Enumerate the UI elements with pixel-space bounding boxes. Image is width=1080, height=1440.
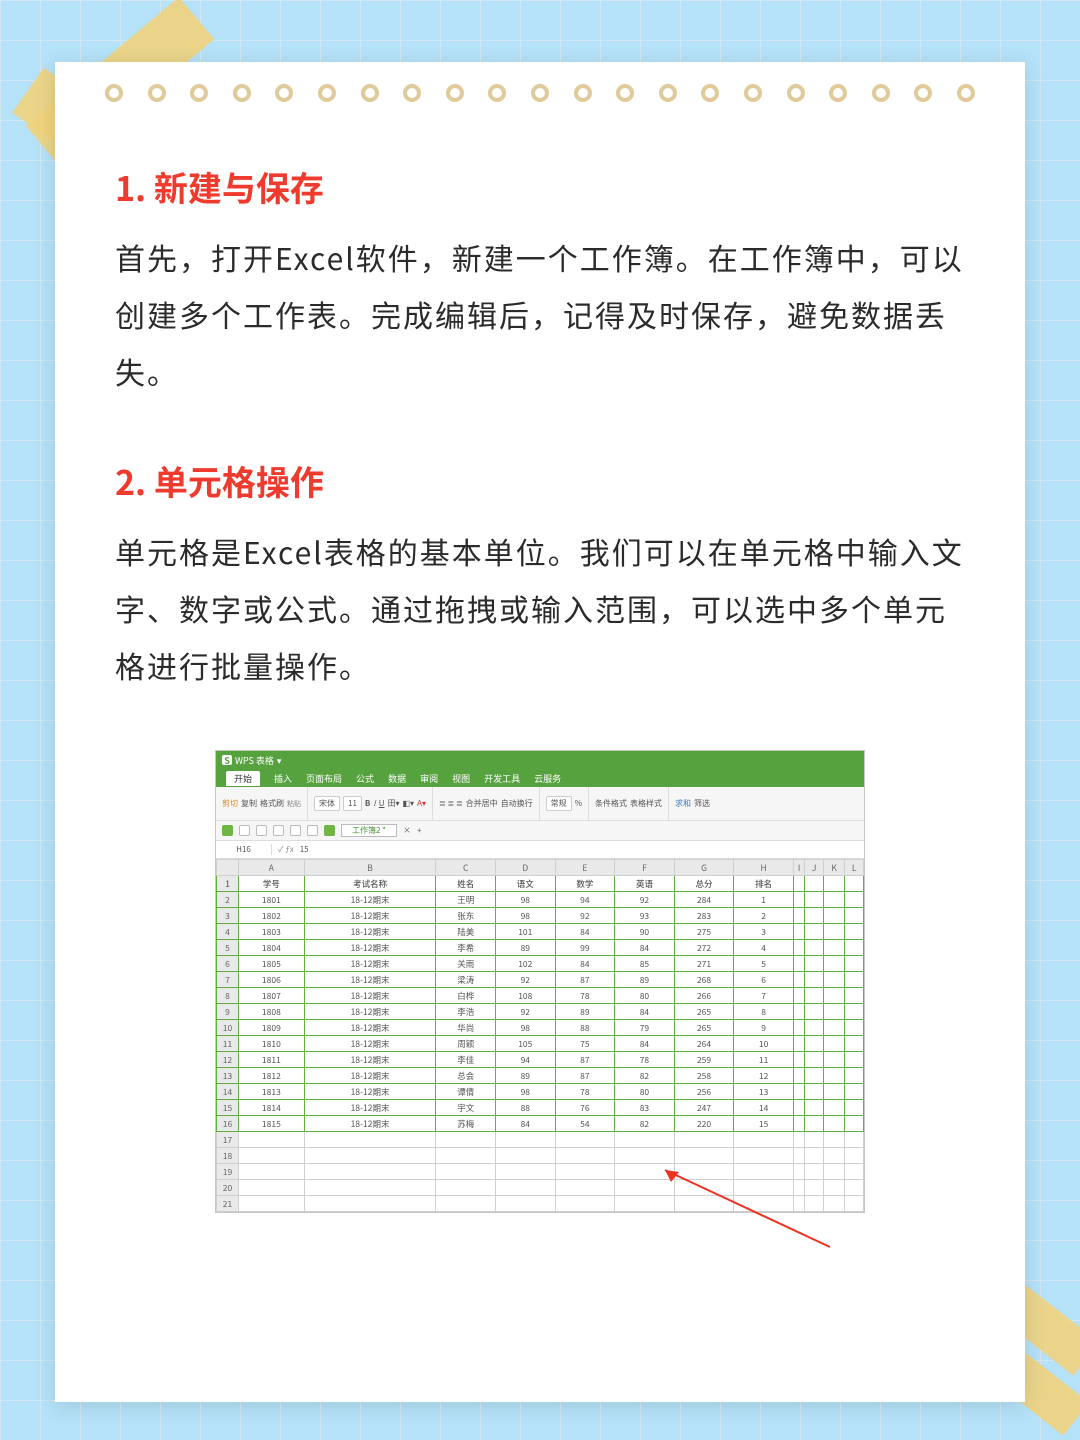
textcolor-button[interactable]: A▾ bbox=[417, 798, 426, 809]
ribbon-tab[interactable]: 页面布局 bbox=[306, 772, 342, 785]
new-icon[interactable] bbox=[222, 825, 233, 836]
ribbon-tab[interactable]: 视图 bbox=[452, 772, 470, 785]
copy-button[interactable]: 复制 bbox=[241, 798, 257, 809]
fillcolor-button[interactable]: ◧▾ bbox=[403, 798, 415, 809]
filter-button[interactable]: 筛选 bbox=[694, 798, 710, 809]
table-style-button[interactable]: 表格样式 bbox=[630, 798, 662, 809]
ribbon-tab[interactable]: 公式 bbox=[356, 772, 374, 785]
border-button[interactable]: 田▾ bbox=[387, 798, 399, 809]
formula-value[interactable]: 15 bbox=[300, 844, 309, 855]
paste-label: 粘贴 bbox=[287, 799, 301, 809]
app-titlebar: S WPS 表格 ▾ bbox=[216, 751, 864, 769]
ribbon-tab[interactable]: 开始 bbox=[226, 771, 260, 786]
wrap-button[interactable]: 自动换行 bbox=[501, 798, 533, 809]
section1-title: 1. 新建与保存 bbox=[115, 162, 965, 211]
ribbon-tabs: 开始 插入 页面布局 公式 数据 审阅 视图 开发工具 云服务 bbox=[216, 769, 864, 787]
save-icon[interactable] bbox=[256, 825, 267, 836]
number-format[interactable]: 常规 bbox=[546, 796, 572, 811]
italic-button[interactable]: I bbox=[373, 798, 375, 809]
sum-button[interactable]: 求和 bbox=[675, 798, 691, 809]
print-icon[interactable] bbox=[273, 825, 284, 836]
binding-holes bbox=[105, 84, 975, 102]
wps-screenshot: S WPS 表格 ▾ 开始 插入 页面布局 公式 数据 审阅 视图 开发工具 云服务 剪切 复制… bbox=[215, 750, 865, 1213]
open-icon[interactable] bbox=[239, 825, 250, 836]
tab-add-icon[interactable]: + bbox=[417, 825, 421, 836]
formatbrush-button[interactable]: 格式刷 bbox=[260, 798, 284, 809]
undo-icon[interactable] bbox=[290, 825, 301, 836]
clipboard-group: 剪切 复制 格式刷 粘贴 bbox=[222, 787, 308, 820]
ribbon-tab[interactable]: 云服务 bbox=[534, 772, 561, 785]
font-group: 宋体 11 B I U 田▾ ◧▾ A▾ bbox=[314, 787, 433, 820]
redo-icon[interactable] bbox=[307, 825, 318, 836]
paper-card: 1. 新建与保存 首先，打开Excel软件，新建一个工作簿。在工作簿中，可以创建… bbox=[55, 62, 1025, 1402]
app-name: WPS 表格 bbox=[235, 754, 274, 767]
home-icon[interactable] bbox=[324, 825, 335, 836]
number-group: 常规 % bbox=[546, 787, 589, 820]
app-logo-icon: S bbox=[222, 755, 232, 765]
section2-body: 单元格是Excel表格的基本单位。我们可以在单元格中输入文字、数字或公式。通过拖… bbox=[115, 523, 965, 694]
calc-group: 求和 筛选 bbox=[675, 787, 716, 820]
bold-button[interactable]: B bbox=[365, 798, 370, 809]
dropdown-icon: ▾ bbox=[277, 754, 282, 767]
name-box[interactable]: H16 bbox=[216, 844, 272, 855]
spreadsheet-grid[interactable]: ABCDEFGHIJKL1学号考试名称姓名语文数学英语总分排名2180118-1… bbox=[216, 859, 864, 1212]
align-icon[interactable]: ≣ ≣ ≣ bbox=[439, 798, 463, 809]
section2-title: 2. 单元格操作 bbox=[115, 456, 965, 505]
font-size[interactable]: 11 bbox=[343, 796, 362, 811]
fx-icon[interactable]: ✓ ƒx bbox=[272, 844, 300, 855]
ribbon-tab[interactable]: 数据 bbox=[388, 772, 406, 785]
align-group: ≣ ≣ ≣ 合并居中 自动换行 bbox=[439, 787, 540, 820]
ribbon-tab[interactable]: 审阅 bbox=[420, 772, 438, 785]
merge-button[interactable]: 合并居中 bbox=[466, 798, 498, 809]
tab-close-icon[interactable]: × bbox=[403, 825, 411, 836]
ribbon-tab[interactable]: 开发工具 bbox=[484, 772, 520, 785]
formula-bar: H16 ✓ ƒx 15 bbox=[216, 841, 864, 859]
ribbon-tab[interactable]: 插入 bbox=[274, 772, 292, 785]
sheet-tab[interactable]: 工作簿2 * bbox=[341, 824, 397, 837]
quick-toolbar: 工作簿2 * × + bbox=[216, 821, 864, 841]
underline-button[interactable]: U bbox=[379, 798, 385, 809]
cond-format-button[interactable]: 条件格式 bbox=[595, 798, 627, 809]
styles-group: 条件格式 表格样式 bbox=[595, 787, 669, 820]
ribbon-toolbar: 剪切 复制 格式刷 粘贴 宋体 11 B I U 田▾ ◧▾ A▾ ≣ ≣ ≣ … bbox=[216, 787, 864, 821]
percent-button[interactable]: % bbox=[575, 798, 582, 809]
font-name[interactable]: 宋体 bbox=[314, 796, 340, 811]
section1-body: 首先，打开Excel软件，新建一个工作簿。在工作簿中，可以创建多个工作表。完成编… bbox=[115, 229, 965, 400]
cut-button[interactable]: 剪切 bbox=[222, 798, 238, 809]
